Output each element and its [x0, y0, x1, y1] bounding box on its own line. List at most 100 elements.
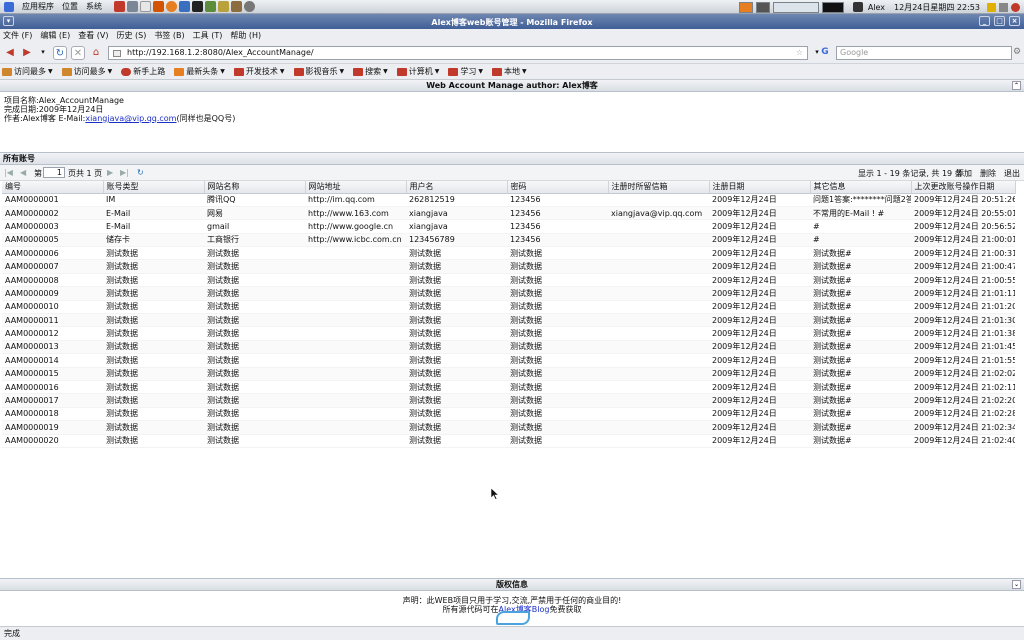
search-engine-icon[interactable]: G: [818, 46, 832, 60]
prev-page-icon[interactable]: ◀: [20, 168, 26, 177]
column-header[interactable]: 用户名: [406, 181, 508, 194]
table-row[interactable]: AAM0000005 储存卡 工商银行 http://www.icbc.com.cn 1…: [2, 233, 1015, 248]
menu-help[interactable]: 帮助 (H): [230, 30, 261, 41]
task-icon[interactable]: [755, 1, 770, 13]
table-cell: 测试数据: [507, 246, 608, 261]
column-header[interactable]: 注册日期: [709, 181, 811, 194]
column-header[interactable]: 其它信息: [810, 181, 912, 194]
search-go-icon[interactable]: ⚙: [1010, 46, 1024, 60]
menu-view[interactable]: 查看 (V): [78, 30, 108, 41]
app-icon[interactable]: [166, 1, 177, 12]
next-page-icon[interactable]: ▶: [107, 168, 113, 177]
clock[interactable]: 12月24日星期四 22:53: [894, 2, 980, 13]
app-icon[interactable]: [127, 1, 138, 12]
firefox-task-icon[interactable]: [738, 1, 753, 13]
network-icon[interactable]: [999, 2, 1008, 12]
column-header[interactable]: 注册时所留信箱: [608, 181, 710, 194]
table-row[interactable]: AAM0000018 测试数据 测试数据 测试数据 测试数据 2009年12月24日 测试数…: [2, 407, 1015, 422]
column-header[interactable]: 网站地址: [305, 181, 407, 194]
menu-tools[interactable]: 工具 (T): [193, 30, 223, 41]
bookmark-link[interactable]: 新手上路: [121, 66, 165, 77]
table-row[interactable]: AAM0000013 测试数据 测试数据 测试数据 测试数据 2009年12月24日 测试数…: [2, 340, 1015, 355]
column-header[interactable]: 网站名称: [204, 181, 306, 194]
table-row[interactable]: AAM0000016 测试数据 测试数据 测试数据 测试数据 2009年12月24日 测试数…: [2, 380, 1015, 395]
author-email-link[interactable]: xiangjava@vip.qq.com: [85, 114, 176, 123]
menu-history[interactable]: 历史 (S): [117, 30, 147, 41]
stop-icon[interactable]: ✕: [71, 46, 85, 60]
table-row[interactable]: AAM0000017 测试数据 测试数据 测试数据 测试数据 2009年12月24日 测试数…: [2, 393, 1015, 408]
table-row[interactable]: AAM0000002 E-Mail 网易 http://www.163.com xian…: [2, 206, 1015, 221]
window-titlebar[interactable]: ▾ Alex博客web账号管理 - Mozilla Firefox _ □ ×: [0, 14, 1024, 29]
maximize-icon[interactable]: □: [994, 16, 1005, 26]
table-cell: [305, 367, 406, 381]
bookmark-folder[interactable]: 搜索 ▼: [353, 66, 388, 77]
column-header[interactable]: 账号类型: [103, 181, 205, 194]
app-icon[interactable]: [205, 1, 216, 12]
column-header[interactable]: 编号: [2, 181, 104, 194]
bookmark-star-icon[interactable]: ☆: [796, 47, 803, 59]
close-icon[interactable]: ×: [1009, 16, 1020, 26]
table-row[interactable]: AAM0000015 测试数据 测试数据 测试数据 测试数据 2009年12月24日 测试数…: [2, 367, 1015, 381]
delete-button[interactable]: 删除: [980, 168, 996, 179]
table-cell: 2009年12月24日 21:02:11: [911, 380, 1015, 395]
app-icon[interactable]: [218, 1, 229, 12]
menu-bookmarks[interactable]: 书签 (B): [154, 30, 184, 41]
bookmark-folder[interactable]: 最新头条 ▼: [174, 66, 225, 77]
page-number-input[interactable]: 1: [43, 167, 65, 178]
column-header[interactable]: 密码: [507, 181, 609, 194]
shutdown-icon[interactable]: [1011, 2, 1020, 12]
bookmark-folder[interactable]: 开发技术 ▼: [233, 66, 285, 77]
home-icon[interactable]: ⌂: [89, 46, 103, 60]
panel-menu-places[interactable]: 位置: [62, 1, 78, 12]
launcher-icon[interactable]: [4, 1, 14, 12]
exit-button[interactable]: 退出: [1004, 168, 1020, 179]
app-icon[interactable]: [140, 1, 151, 12]
app-icon[interactable]: [192, 1, 203, 12]
app-icon[interactable]: [114, 1, 125, 12]
column-header[interactable]: 上次更改账号操作日期: [911, 181, 1016, 194]
table-row[interactable]: AAM0000008 测试数据 测试数据 测试数据 测试数据 2009年12月24日 测试数…: [2, 273, 1015, 288]
table-row[interactable]: AAM0000020 测试数据 测试数据 测试数据 测试数据 2009年12月24日 测试数…: [2, 434, 1015, 448]
table-cell: 测试数据#: [810, 313, 911, 328]
panel-menu-applications[interactable]: 应用程序: [22, 1, 54, 12]
search-input[interactable]: Google: [836, 46, 1012, 60]
bookmark-folder[interactable]: 学习 ▼: [448, 66, 483, 77]
history-dropdown-icon[interactable]: ▾: [36, 46, 50, 60]
back-icon[interactable]: ◀: [3, 46, 17, 60]
table-row[interactable]: AAM0000001 IM 腾讯QQ http://im.qq.com 26281251…: [2, 193, 1015, 207]
bookmark-folder[interactable]: 访问最多 ▼: [61, 66, 112, 77]
first-page-icon[interactable]: |◀: [4, 168, 13, 177]
app-icon[interactable]: [179, 1, 190, 12]
table-row[interactable]: AAM0000012 测试数据 测试数据 测试数据 测试数据 2009年12月24日 测试数…: [2, 326, 1015, 341]
menu-edit[interactable]: 编辑 (E): [40, 30, 70, 41]
add-button[interactable]: 添加: [956, 168, 972, 179]
table-row[interactable]: AAM0000014 测试数据 测试数据 测试数据 测试数据 2009年12月24日 测试数…: [2, 353, 1015, 368]
table-row[interactable]: AAM0000019 测试数据 测试数据 测试数据 测试数据 2009年12月24日 测试数…: [2, 420, 1015, 435]
bookmark-folder[interactable]: 计算机 ▼: [396, 66, 439, 77]
bookmark-folder[interactable]: 访问最多 ▼: [2, 66, 53, 77]
table-row[interactable]: AAM0000003 E-Mail gmail http://www.google.c…: [2, 219, 1015, 234]
app-icon[interactable]: [231, 1, 242, 12]
menu-file[interactable]: 文件 (F): [3, 30, 32, 41]
table-row[interactable]: AAM0000011 测试数据 测试数据 测试数据 测试数据 2009年12月24日 测试数…: [2, 313, 1015, 328]
bookmark-folder[interactable]: 本地 ▼: [492, 66, 527, 77]
workspace-switcher[interactable]: [772, 1, 819, 13]
table-row[interactable]: AAM0000009 测试数据 测试数据 测试数据 测试数据 2009年12月24日 测试数…: [2, 286, 1015, 301]
url-bar[interactable]: http://192.168.1.2:8080/Alex_AccountMana…: [108, 46, 808, 60]
last-page-icon[interactable]: ▶|: [120, 168, 129, 177]
user-name[interactable]: Alex: [868, 3, 885, 12]
reload-icon[interactable]: ↻: [53, 46, 67, 60]
app-icon[interactable]: [153, 1, 164, 12]
bookmark-folder[interactable]: 影视音乐 ▼: [293, 66, 344, 77]
forward-icon[interactable]: ▶: [20, 46, 34, 60]
refresh-icon[interactable]: ↻: [137, 168, 144, 177]
table-row[interactable]: AAM0000007 测试数据 测试数据 测试数据 测试数据 2009年12月24日 测试数…: [2, 259, 1015, 274]
app-icon[interactable]: [244, 1, 255, 12]
table-row[interactable]: AAM0000006 测试数据 测试数据 测试数据 测试数据 2009年12月24日 测试数…: [2, 246, 1015, 261]
minimize-icon[interactable]: _: [979, 16, 990, 26]
collapse-icon[interactable]: ⌃: [1012, 81, 1021, 90]
table-row[interactable]: AAM0000010 测试数据 测试数据 测试数据 测试数据 2009年12月24日 测试数…: [2, 300, 1015, 315]
panel-menu-system[interactable]: 系统: [86, 1, 102, 12]
collapse-icon[interactable]: ⌄: [1012, 580, 1021, 589]
volume-icon[interactable]: [987, 2, 996, 12]
